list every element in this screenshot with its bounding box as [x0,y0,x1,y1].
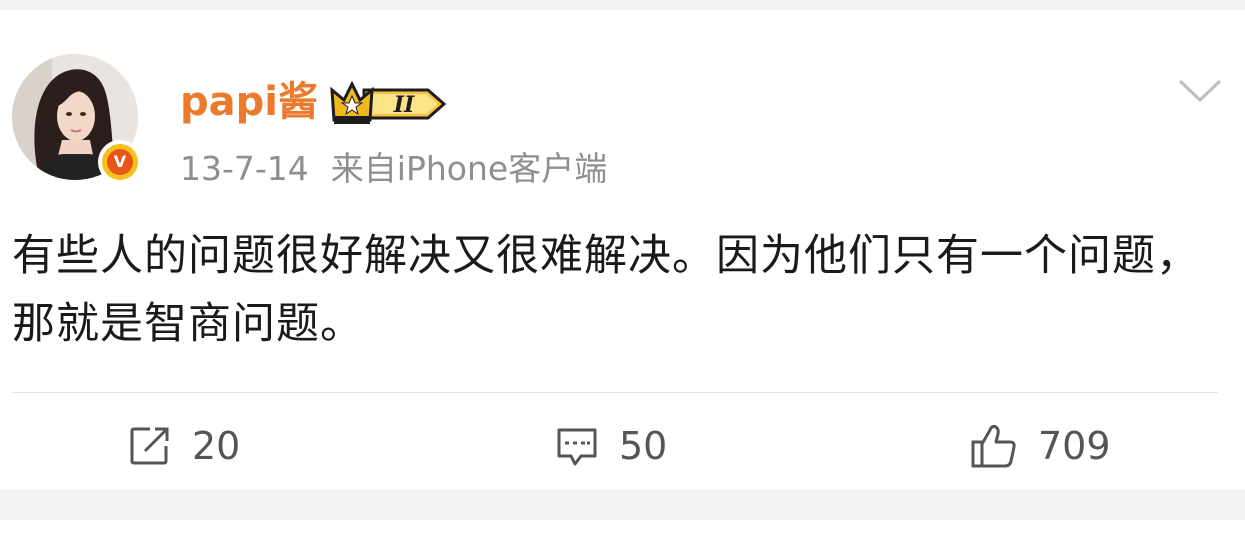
like-button[interactable]: 709 [970,420,1111,472]
author-name[interactable]: papi酱 [180,78,318,126]
post-meta: 13-7-14 来自iPhone客户端 [180,148,607,190]
verified-badge: V [98,140,142,184]
comment-button[interactable]: 50 [555,420,667,472]
repost-button[interactable]: 20 [128,420,240,472]
comment-icon [557,428,597,466]
divider [12,392,1218,393]
verified-v-icon: V [102,144,138,180]
next-card-edge [0,520,1245,549]
thumbs-up-icon [971,424,1016,468]
chevron-down-icon[interactable] [1178,76,1222,106]
post-timestamp: 13-7-14 [180,149,309,188]
like-count: 709 [1038,424,1111,468]
vip-level-label: II [393,92,415,118]
comment-count: 50 [619,424,668,468]
post-source: 来自iPhone客户端 [330,149,608,188]
crown-badge-icon[interactable]: II [330,80,452,128]
post-text: 有些人的问题很好解决又很难解决。因为他们只有一个问题，那就是智商问题。 [12,231,1200,349]
share-icon [130,427,169,465]
post-card: V papi酱 II 13-7-14 来自iPhone客户端 有些人的问题很好解决… [0,10,1245,490]
repost-count: 20 [192,424,241,468]
